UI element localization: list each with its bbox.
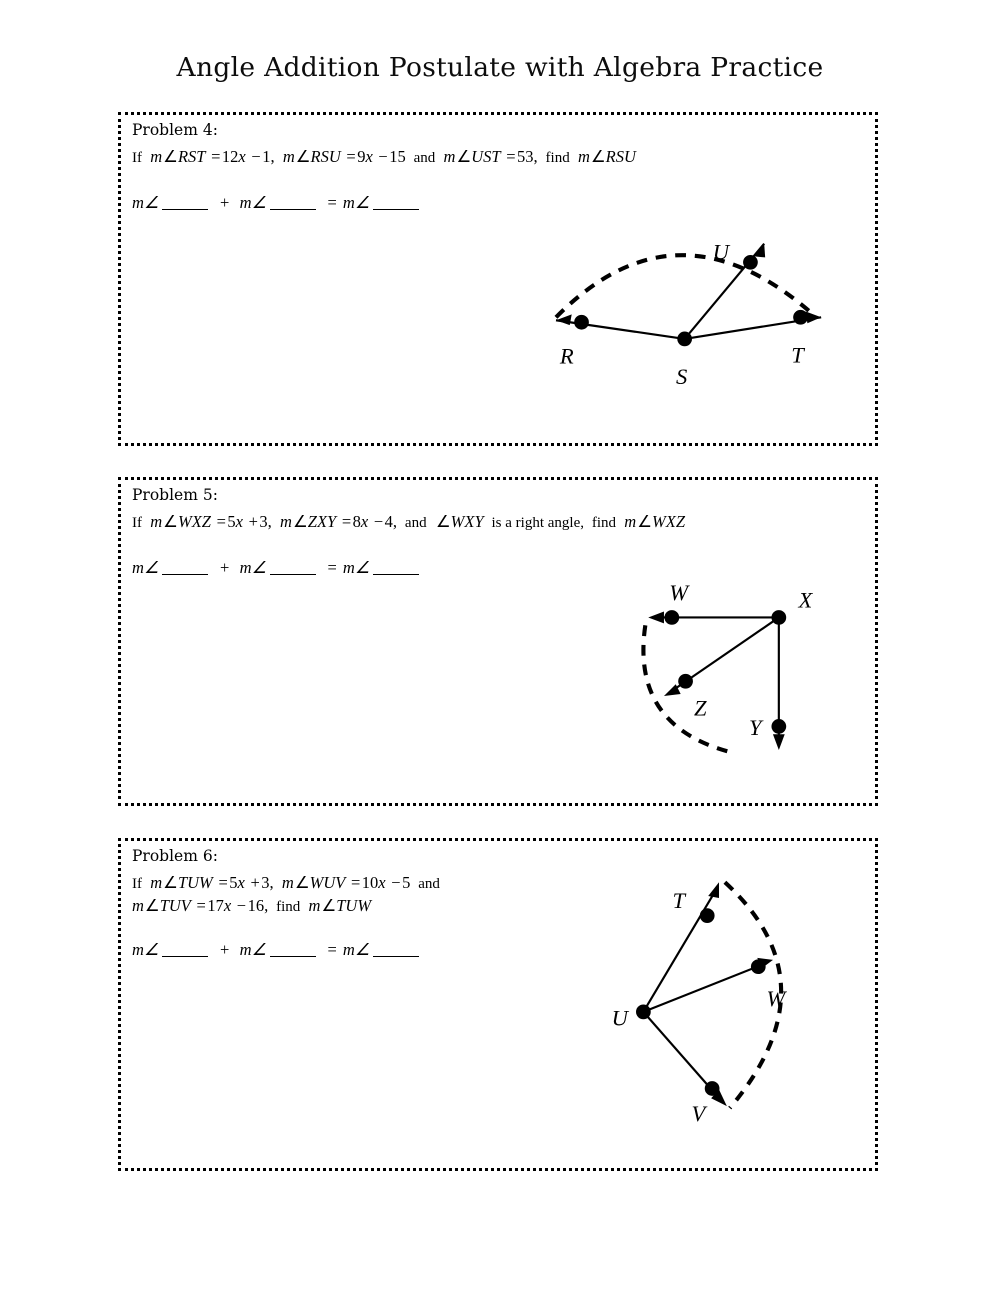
label-s: S (676, 364, 687, 389)
point-r-dot (574, 314, 589, 330)
if-token-5: If (132, 515, 142, 531)
label-w: W (669, 580, 690, 605)
label-y: Y (749, 715, 764, 740)
point-t-dot (793, 309, 808, 325)
arrowhead-r (555, 314, 572, 326)
point-s-dot (677, 331, 693, 347)
ray-st (684, 316, 822, 340)
point-x-dot (771, 610, 787, 625)
problem-4-statement: If m∠RST =12x −1, m∠RSU =9x −15 and m∠US… (132, 147, 636, 166)
answer-term-2: m∠ (235, 193, 267, 212)
answer-blank-2[interactable] (269, 209, 316, 210)
point-y-dot (771, 719, 787, 734)
answer-term-1: m∠ (132, 193, 160, 212)
problem-5-heading: Problem 5: (132, 486, 218, 504)
answer-term-3: m∠ (342, 193, 370, 212)
answer-blank-3[interactable] (373, 956, 419, 957)
arrowhead-v (711, 1089, 727, 1107)
dashed-arc-tuv (723, 880, 784, 1110)
point-w-dot (664, 610, 680, 625)
arrowhead-t6 (708, 882, 719, 898)
point-w-dot (750, 959, 766, 975)
label-t: T (791, 342, 805, 367)
arrowhead-z (663, 684, 681, 696)
if-token-6: If (132, 876, 142, 892)
equals-sign-1: = (327, 193, 338, 212)
equals-sign-2: = (327, 558, 338, 577)
point-t-dot (699, 908, 715, 923)
problem-6-equation-line: m∠ + m∠ = m∠ (132, 940, 425, 960)
problem-box-6: Problem 6: If m∠TUW =5x +3, m∠WUV =10x −… (118, 838, 878, 1171)
problem-4-heading: Problem 4: (132, 121, 218, 139)
problem-5-equation-line: m∠ + m∠ = m∠ (132, 558, 425, 578)
arrowhead-w6 (757, 957, 774, 969)
label-r: R (559, 343, 574, 368)
point-v-dot (704, 1081, 720, 1096)
problem-6-heading: Problem 6: (132, 847, 218, 865)
answer-term-3: m∠ (342, 940, 370, 959)
problem-box-4: Problem 4: If m∠RST =12x −1, m∠RSU =9x −… (118, 112, 878, 446)
ray-uw (642, 961, 768, 1013)
label-v: V (691, 1101, 707, 1126)
ray-xz (668, 616, 780, 694)
page-title: Angle Addition Postulate with Algebra Pr… (176, 52, 824, 83)
equals-sign-3: = (327, 940, 338, 959)
arrowhead-w (648, 611, 664, 624)
point-u-dot (743, 254, 758, 270)
label-t: T (672, 888, 686, 913)
dashed-arc-rst (554, 253, 817, 319)
answer-blank-3[interactable] (373, 209, 419, 210)
plus-sign-2: + (219, 558, 230, 577)
answer-term-3: m∠ (342, 558, 370, 577)
ray-su (683, 242, 766, 340)
answer-blank-1[interactable] (162, 574, 209, 575)
answer-term-2: m∠ (235, 940, 267, 959)
arrowhead-u (754, 243, 766, 258)
problem-5-statement: If m∠WXZ =5x +3, m∠ZXY =8x −4, and ∠WXY … (132, 512, 685, 531)
answer-term-1: m∠ (132, 558, 160, 577)
answer-blank-2[interactable] (269, 574, 316, 575)
problem-6-statement: If m∠TUW =5x +3, m∠WUV =10x −5 and m∠TUV… (132, 873, 440, 915)
label-u: U (713, 239, 731, 264)
plus-sign-3: + (219, 940, 230, 959)
point-u-dot (636, 1004, 651, 1020)
label-w: W (767, 986, 788, 1011)
answer-blank-2[interactable] (269, 956, 316, 957)
problem-box-5: Problem 5: If m∠WXZ =5x +3, m∠ZXY =8x −4… (118, 477, 878, 806)
plus-sign-1: + (219, 193, 230, 212)
label-x: X (797, 588, 813, 613)
point-z-dot (678, 673, 693, 689)
answer-blank-3[interactable] (373, 574, 419, 575)
dashed-arc-wxy (641, 625, 731, 754)
label-u: U (612, 1006, 630, 1031)
label-z: Z (694, 696, 707, 721)
answer-blank-1[interactable] (162, 956, 209, 957)
answer-term-2: m∠ (235, 558, 267, 577)
arrowhead-t (805, 311, 822, 324)
problem-4-equation-line: m∠ + m∠ = m∠ (132, 193, 425, 213)
ray-ut (642, 887, 718, 1013)
answer-term-1: m∠ (132, 940, 160, 959)
arrowhead-y (772, 734, 785, 750)
ray-uv (642, 1011, 722, 1101)
answer-blank-1[interactable] (162, 209, 209, 210)
if-token: If (132, 150, 142, 166)
ray-sr (555, 319, 685, 340)
